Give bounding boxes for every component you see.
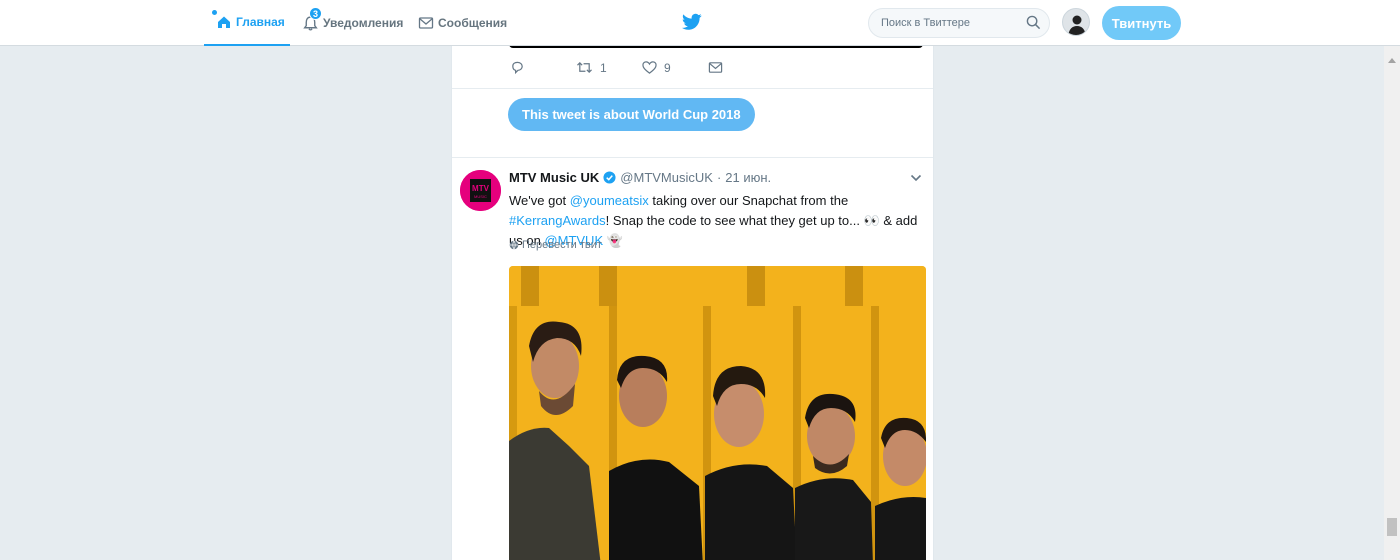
scroll-up-arrow-icon[interactable] bbox=[1388, 58, 1396, 63]
retweet-icon bbox=[577, 61, 592, 74]
translate-tweet-link[interactable]: Перевести твит bbox=[509, 239, 602, 251]
topic-pill-button[interactable]: This tweet is about World Cup 2018 bbox=[508, 98, 755, 131]
home-icon bbox=[218, 16, 230, 28]
new-content-dot bbox=[212, 10, 217, 15]
nav-notifications-label: Уведомления bbox=[323, 16, 404, 30]
compose-tweet-button[interactable]: Твитнуть bbox=[1102, 6, 1181, 40]
divider bbox=[452, 157, 933, 158]
tweet-date[interactable]: 21 июн. bbox=[725, 170, 771, 185]
tweet-header: MTV Music UK @MTVMusicUK · 21 июн. bbox=[509, 170, 771, 185]
mention-link[interactable]: @youmeatsix bbox=[570, 193, 649, 208]
user-silhouette-icon bbox=[1063, 9, 1089, 35]
band-photo-illustration bbox=[509, 266, 926, 560]
header-separator: · bbox=[716, 170, 722, 185]
avatar-sub-text: MUSIC bbox=[474, 194, 487, 199]
retweet-count: 1 bbox=[600, 60, 607, 75]
reply-action[interactable] bbox=[510, 60, 532, 75]
nav-messages[interactable]: Сообщения bbox=[418, 0, 507, 46]
heart-icon bbox=[642, 61, 657, 74]
divider bbox=[452, 88, 933, 89]
timeline: 1 9 This tweet is about World Cup 2018 M… bbox=[451, 46, 934, 560]
hashtag-link[interactable]: #KerrangAwards bbox=[509, 213, 606, 228]
twitter-logo-icon[interactable] bbox=[682, 13, 702, 31]
scrollbar-thumb[interactable] bbox=[1387, 518, 1397, 536]
direct-message-action[interactable] bbox=[708, 60, 730, 75]
like-action[interactable]: 9 bbox=[642, 60, 671, 75]
verified-badge-icon bbox=[603, 171, 616, 184]
top-navigation-bar: Главная 3 Уведомления Сообщения Твитнуть bbox=[0, 0, 1400, 46]
search-icon[interactable] bbox=[1026, 15, 1041, 30]
notifications-badge: 3 bbox=[309, 7, 322, 20]
avatar-logo-text: MTV bbox=[472, 184, 490, 193]
tweet-author-handle[interactable]: @MTVMusicUK bbox=[620, 170, 713, 185]
previous-tweet-media[interactable] bbox=[509, 46, 923, 48]
like-count: 9 bbox=[664, 60, 671, 75]
retweet-action[interactable]: 1 bbox=[576, 60, 607, 75]
user-avatar[interactable] bbox=[1062, 8, 1090, 36]
globe-icon bbox=[509, 240, 519, 250]
mtv-logo-icon: MTV MUSIC bbox=[460, 170, 501, 211]
tweet-media-photo[interactable] bbox=[509, 266, 926, 560]
nav-home-label: Главная bbox=[236, 15, 285, 29]
reply-icon bbox=[512, 61, 523, 75]
nav-home[interactable]: Главная bbox=[204, 0, 290, 46]
envelope-icon bbox=[418, 17, 434, 29]
tweet-text-part: We've got bbox=[509, 193, 570, 208]
nav-messages-label: Сообщения bbox=[438, 16, 508, 30]
search-input[interactable] bbox=[868, 8, 1050, 38]
previous-tweet-actions: 1 9 bbox=[510, 60, 810, 80]
tweet-text-part: 👻 bbox=[603, 233, 623, 248]
translate-label: Перевести твит bbox=[522, 239, 602, 251]
tweet-text-part: taking over our Snapchat from the bbox=[648, 193, 849, 208]
page-scrollbar[interactable] bbox=[1384, 46, 1400, 560]
chevron-down-icon[interactable] bbox=[910, 174, 922, 182]
nav-notifications[interactable]: 3 Уведомления bbox=[302, 0, 403, 46]
envelope-icon bbox=[708, 62, 723, 73]
tweet-author-avatar[interactable]: MTV MUSIC bbox=[460, 170, 501, 211]
tweet-author-name[interactable]: MTV Music UK bbox=[509, 170, 599, 185]
